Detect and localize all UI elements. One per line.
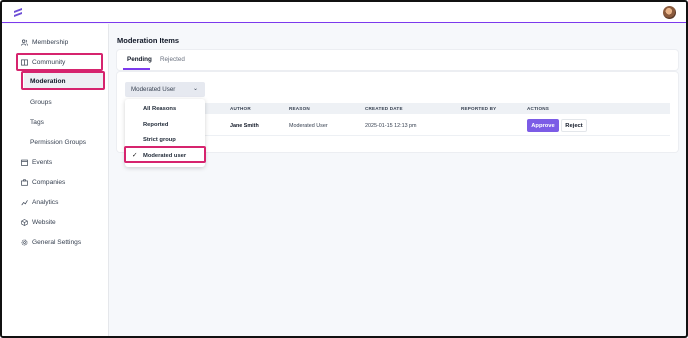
sidebar-item-analytics[interactable]: Analytics [21,195,58,209]
reject-button[interactable]: Reject [561,119,587,132]
col-reason: REASON [289,106,310,111]
option-all-reasons[interactable]: All Reasons [143,106,176,112]
table-row: Jane Smith Moderated User 2025-01-15 12:… [205,115,670,136]
sidebar-item-label: Events [32,158,53,166]
cube-icon [21,218,28,226]
sidebar-item-label: Permission Groups [30,138,87,146]
sidebar-item-general-settings[interactable]: General Settings [21,235,81,249]
tabs-bar: Pending Rejected [117,50,678,70]
sidebar-item-groups[interactable]: Groups [30,95,52,109]
reason-filter-select[interactable]: Moderated User ⌄ [125,82,205,97]
sidebar-item-label: General Settings [32,238,82,246]
sidebar-item-label: Tags [30,118,44,126]
sidebar-item-permission-groups[interactable]: Permission Groups [30,135,86,149]
sidebar-item-label: Website [32,218,56,226]
calendar-icon [21,159,28,166]
app-window: Membership Community Moderation Groups T… [0,0,688,338]
highlight-community [16,53,103,71]
sidebar-item-website[interactable]: Website [21,215,56,229]
cell-reason: Moderated User [289,123,328,129]
users-icon [21,39,28,46]
avatar[interactable] [663,6,676,19]
logo-icon[interactable] [12,7,24,18]
col-actions: ACTIONS [527,106,550,111]
approve-button[interactable]: Approve [527,119,559,132]
sidebar-item-label: Companies [32,178,66,186]
sidebar-item-label: Groups [30,98,52,106]
col-author: AUTHOR [230,106,251,111]
highlight-moderation [21,71,105,90]
chart-icon [21,199,28,205]
sidebar-item-events[interactable]: Events [21,155,52,169]
tab-pending[interactable]: Pending [127,56,152,63]
tab-active-indicator [123,68,150,70]
cell-created-date: 2025-01-15 12:13 pm [365,123,417,129]
page-title: Moderation Items [117,36,180,45]
tab-rejected[interactable]: Rejected [160,56,185,63]
option-reported[interactable]: Reported [143,122,168,128]
sidebar-item-label: Membership [32,38,69,46]
col-created-date: CREATED DATE [365,106,403,111]
sidebar-item-label: Analytics [32,198,59,206]
top-bar [2,2,686,23]
highlight-moderated-user [124,146,206,163]
select-value: Moderated User [131,86,176,93]
chevron-down-icon: ⌄ [192,86,198,92]
briefcase-icon [21,178,28,186]
sidebar-item-membership[interactable]: Membership [21,35,68,49]
gear-icon [21,239,28,245]
option-strict-group[interactable]: Strict group [143,137,176,143]
table-header: AUTHOR REASON CREATED DATE REPORTED BY A… [205,103,670,114]
col-reported-by: REPORTED BY [461,106,497,111]
cell-author: Jane Smith [230,123,259,129]
sidebar-item-companies[interactable]: Companies [21,175,65,189]
sidebar-item-tags[interactable]: Tags [30,115,44,129]
